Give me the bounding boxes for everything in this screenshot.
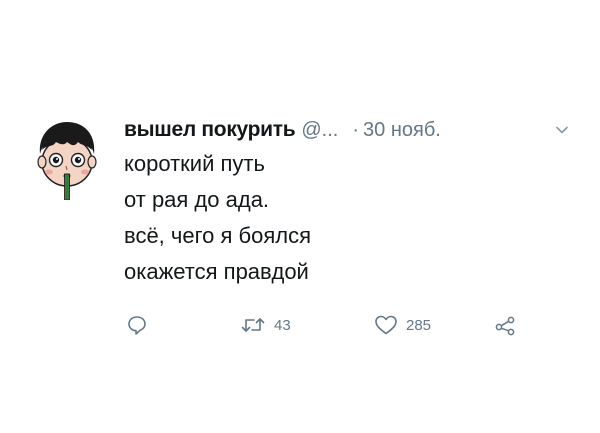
tweet: вышел покурить @... · 30 нояб. короткий …	[0, 0, 600, 433]
avatar[interactable]	[36, 120, 98, 201]
like-button[interactable]: 285	[374, 312, 431, 338]
tweet-text-line: окажется правдой	[124, 259, 309, 284]
heart-icon	[374, 314, 398, 336]
tweet-date[interactable]: 30 нояб.	[363, 119, 441, 142]
reply-icon	[126, 314, 148, 336]
tweet-text-line: от рая до ада.	[124, 187, 270, 212]
display-name[interactable]: вышел покурить	[124, 118, 296, 142]
chevron-down-icon[interactable]	[555, 123, 569, 137]
tweet-text-line: всё, чего я боялся	[124, 223, 312, 248]
like-count: 285	[406, 316, 432, 334]
retweet-button[interactable]: 43	[240, 312, 291, 338]
tweet-header: вышел покурить @... · 30 нояб.	[124, 116, 441, 144]
avatar-face-icon	[37, 122, 97, 201]
reply-button[interactable]	[126, 312, 148, 338]
separator-dot: ·	[352, 118, 360, 141]
retweet-icon	[240, 314, 266, 336]
tweet-text-line: короткий путь	[124, 151, 265, 176]
user-handle[interactable]: @...	[301, 119, 338, 142]
share-icon	[494, 314, 516, 336]
share-button[interactable]	[494, 312, 516, 338]
tweet-actions: 43 285	[126, 312, 586, 338]
retweet-count: 43	[274, 316, 291, 334]
tweet-text: короткий путь от рая до ада. всё, чего я…	[124, 146, 564, 290]
